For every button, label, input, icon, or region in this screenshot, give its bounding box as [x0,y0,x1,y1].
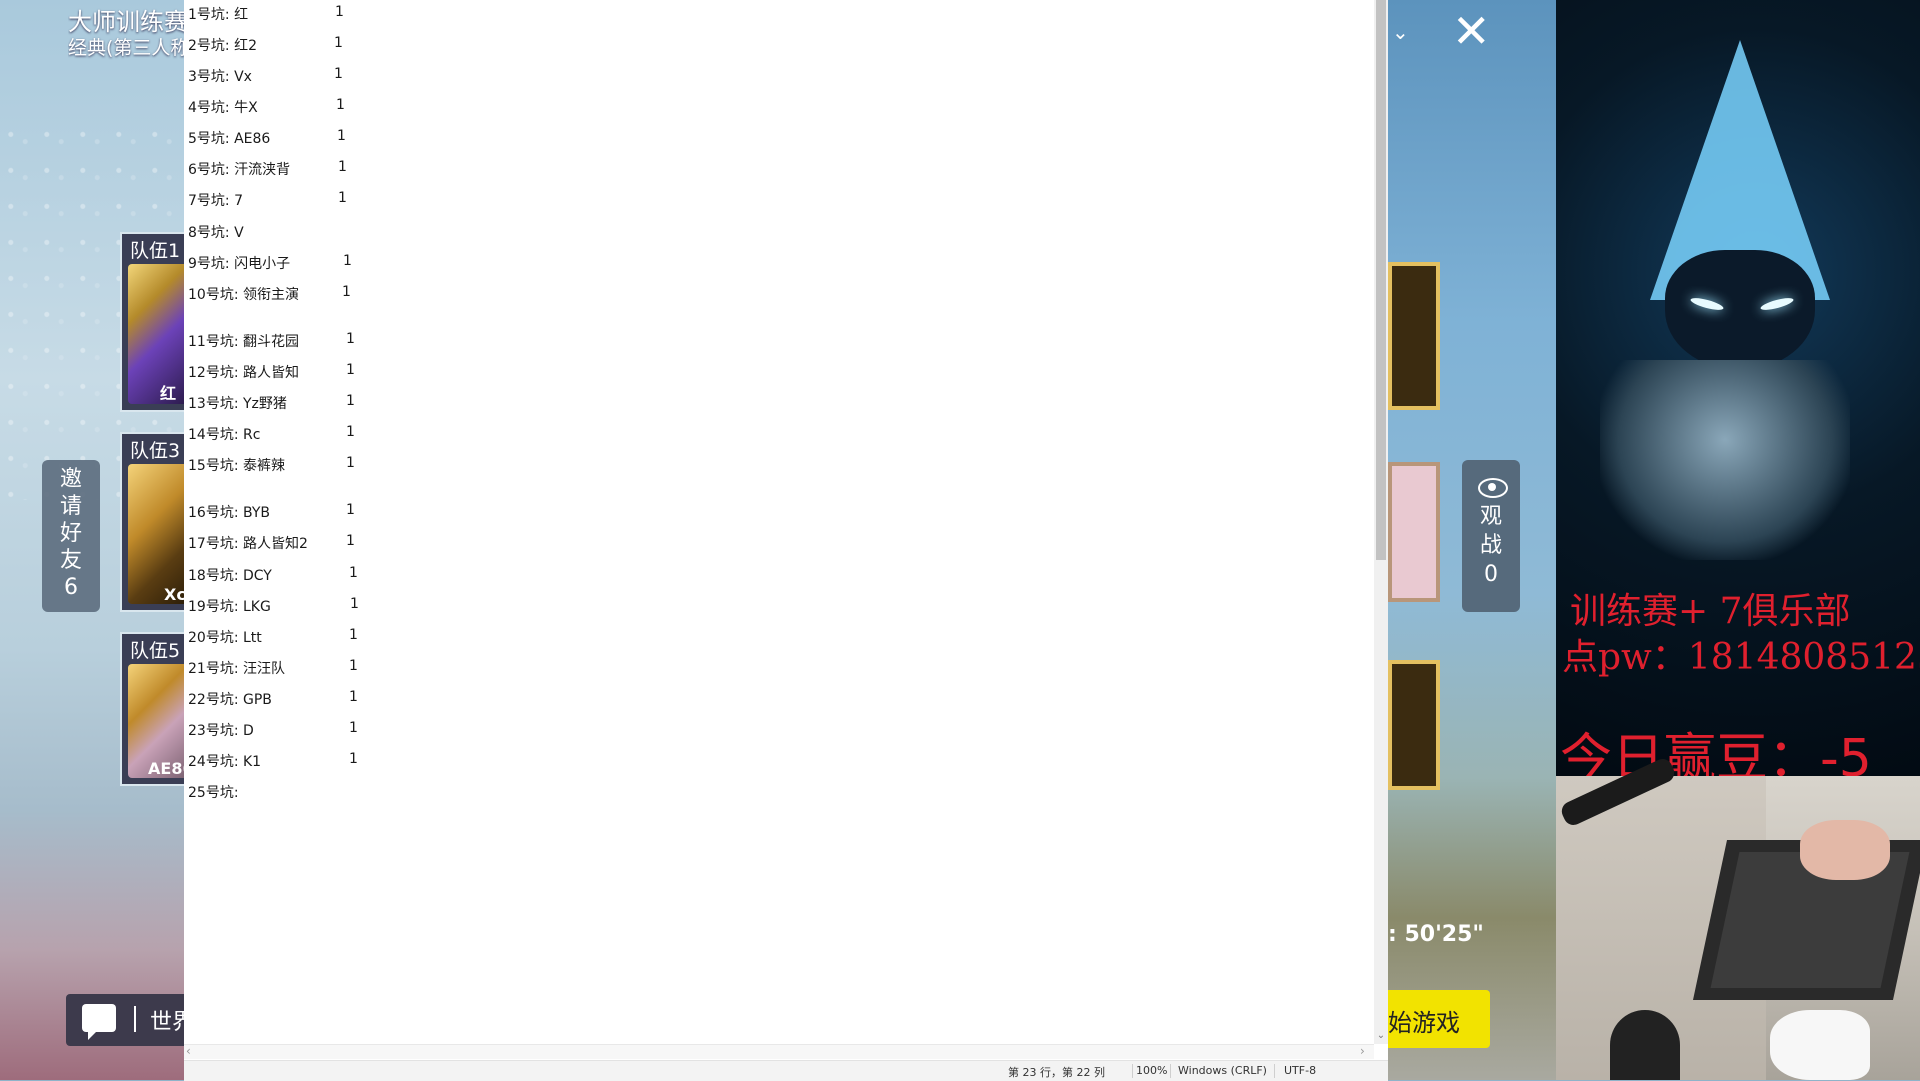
text-line[interactable]: 18号坑: DCY [188,565,272,585]
line-count-value: 1 [334,35,343,51]
scroll-down-arrow-icon[interactable]: ⌄ [1375,1030,1387,1042]
line-count-value: 1 [349,689,358,705]
line-count-value: 1 [337,128,346,144]
spectate-label-group: 观战 0 [1462,502,1520,589]
countdown-timer: : 50'25" [1388,922,1484,947]
team-card-5[interactable]: 队伍5 AE86 [120,632,188,786]
text-line[interactable]: 8号坑: V [188,222,244,242]
text-line[interactable]: 4号坑: 牛X [188,97,258,117]
line-count-value: 1 [334,66,343,82]
line-count-value: 1 [346,424,355,440]
encoding: UTF-8 [1284,1064,1317,1077]
scroll-right-arrow-icon[interactable]: › [1360,1044,1372,1058]
line-count-value: 1 [346,533,355,549]
invite-label: 邀请好友 [60,467,83,573]
line-count-value: 1 [350,596,359,612]
text-line[interactable]: 11号坑: 翻斗花园 [188,331,299,351]
line-count-value: 1 [349,658,358,674]
team-slot-frame[interactable] [1388,462,1440,602]
character-body [1600,360,1850,560]
vertical-scrollbar-thumb[interactable] [1376,0,1386,560]
text-line[interactable]: 12号坑: 路人皆知 [188,362,299,382]
line-count-value: 1 [342,284,351,300]
spectate-label: 观战 [1480,504,1503,558]
player-avatar [128,464,186,604]
text-line[interactable]: 20号坑: Ltt [188,627,262,647]
text-line[interactable]: 17号坑: 路人皆知2 [188,533,308,553]
game-mode-title: 大师训练赛 [68,8,184,36]
team-card-1[interactable]: 队伍1 红 [120,232,188,412]
text-line[interactable]: 6号坑: 汗流浃背 [188,159,290,179]
team-label: 队伍1 [130,240,181,262]
chat-divider [134,1006,136,1032]
webcam-stand [1610,1010,1680,1080]
line-count-value: 1 [349,627,358,643]
line-count-value: 1 [346,393,355,409]
text-line[interactable]: 25号坑: [188,782,239,802]
status-divider [1132,1064,1133,1078]
close-icon[interactable]: ✕ [1452,8,1491,54]
line-count-value: 1 [346,455,355,471]
line-ending: Windows (CRLF) [1178,1064,1267,1077]
webcam-hand [1800,820,1890,880]
invite-count: 6 [64,575,78,600]
text-editor-area[interactable]: 1号坑: 红 1 2号坑: 红2 1 3号坑: Vx 1 4号坑: 牛X 1 5号坑: AE86… [184,0,1374,1044]
eye-icon [1478,478,1508,498]
team-card-3[interactable]: 队伍3 Xch [120,432,188,612]
text-line[interactable]: 15号坑: 泰裤辣 [188,455,285,475]
line-count-value: 1 [346,331,355,347]
team-label: 队伍3 [130,440,181,462]
notepad-window[interactable]: 1号坑: 红 1 2号坑: 红2 1 3号坑: Vx 1 4号坑: 牛X 1 5号坑: AE86… [184,0,1388,1081]
text-line[interactable]: 23号坑: D [188,720,254,740]
chevron-down-icon[interactable]: ⌄ [1392,20,1409,44]
text-line[interactable]: 3号坑: Vx [188,66,252,86]
promo-text-line2: 点pw：18148085125 [1562,637,1920,678]
text-line[interactable]: 1号坑: 红 [188,4,248,24]
webcam-tissue [1770,1010,1870,1080]
team-slot-frame[interactable] [1388,262,1440,410]
line-count-value: 1 [349,720,358,736]
promo-text-line1: 训练赛+ 7俱乐部 [1570,591,1851,632]
player-name: 红 [160,384,177,403]
line-count-value: 1 [338,159,347,175]
text-line[interactable]: 19号坑: LKG [188,596,271,616]
line-count-value: 1 [346,502,355,518]
scroll-left-arrow-icon[interactable]: ‹ [186,1044,198,1058]
team-slot-frame[interactable] [1388,660,1440,790]
text-line[interactable]: 10号坑: 领衔主演 [188,284,299,304]
game-mode-subtitle: 经典(第三人称) [68,37,184,59]
text-line[interactable]: 14号坑: Rc [188,424,260,444]
text-line[interactable]: 24号坑: K1 [188,751,261,771]
text-line[interactable]: 21号坑: 汪汪队 [188,658,285,678]
invite-friends-label: 邀请好友 6 [42,466,100,601]
line-count-value: 1 [335,4,344,20]
character-face [1665,250,1815,370]
status-divider [1170,1064,1171,1078]
line-count-value: 1 [338,190,347,206]
chat-icon[interactable] [82,1004,116,1040]
text-line[interactable]: 2号坑: 红2 [188,35,257,55]
text-line[interactable]: 16号坑: BYB [188,502,270,522]
text-line[interactable]: 22号坑: GPB [188,689,272,709]
text-line[interactable]: 7号坑: 7 [188,190,243,210]
text-line[interactable]: 13号坑: Yz野猪 [188,393,287,413]
cursor-position: 第 23 行，第 22 列 [1008,1066,1105,1079]
horizontal-scrollbar[interactable] [184,1044,1374,1059]
text-line[interactable]: 9号坑: 闪电小子 [188,253,290,273]
line-count-value: 1 [346,362,355,378]
player-name: AE86 [148,759,186,778]
line-count-value: 1 [349,751,358,767]
line-count-value: 1 [349,565,358,581]
team-label: 队伍5 [130,640,181,662]
line-count-value: 1 [336,97,345,113]
start-game-label: 始游戏 [1388,1009,1460,1037]
status-divider [1274,1064,1275,1078]
status-bar: 第 23 行，第 22 列 100% Windows (CRLF) UTF-8 [184,1060,1388,1081]
zoom-level: 100% [1136,1064,1168,1077]
line-count-value: 1 [343,253,352,269]
spectate-count: 0 [1484,562,1498,587]
text-line[interactable]: 5号坑: AE86 [188,128,270,148]
player-avatar [128,264,186,404]
